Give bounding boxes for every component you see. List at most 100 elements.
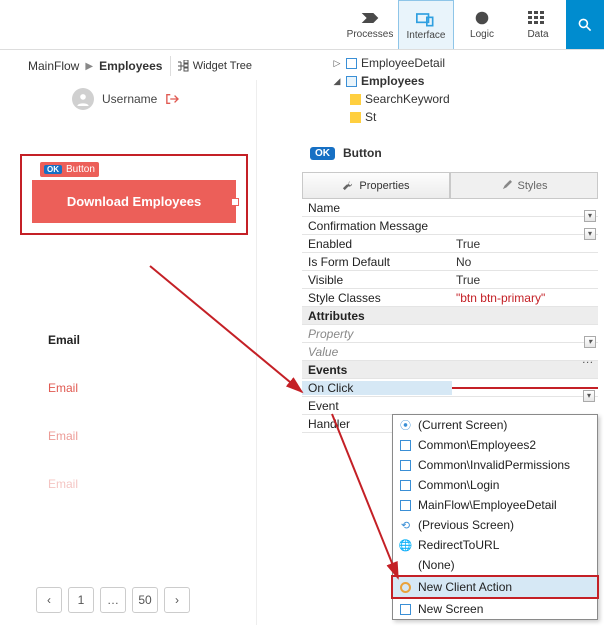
screen-icon	[400, 440, 411, 451]
variable-icon	[350, 94, 361, 105]
widget-tree-button[interactable]: Widget Tree	[170, 56, 258, 76]
menu-label: MainFlow\EmployeeDetail	[418, 498, 557, 512]
logic-icon	[472, 9, 492, 27]
pager-dots: …	[100, 587, 126, 613]
tab-interface[interactable]: Interface	[398, 0, 454, 49]
pager-next[interactable]: ›	[164, 587, 190, 613]
selected-element-header: OK Button	[302, 140, 598, 166]
menu-label: (None)	[418, 558, 455, 572]
logout-icon[interactable]	[165, 93, 179, 105]
tab-styles[interactable]: Styles	[450, 172, 598, 198]
menu-item-new-client-action[interactable]: New Client Action	[393, 577, 597, 597]
menu-label: Common\InvalidPermissions	[418, 458, 570, 472]
pager-page-50[interactable]: 50	[132, 587, 158, 613]
tree-node-employees[interactable]: ◢ Employees	[302, 72, 598, 90]
prop-value-placeholder[interactable]: Value…	[302, 343, 598, 361]
prop-event[interactable]: Event	[302, 397, 598, 415]
blank-icon	[399, 559, 412, 572]
variable-icon	[350, 112, 361, 123]
ok-badge: OK	[310, 147, 335, 160]
table-row: Email	[48, 469, 256, 499]
tab-logic[interactable]: Logic	[454, 0, 510, 49]
table-row: Email	[48, 373, 256, 403]
tab-processes[interactable]: Processes	[342, 0, 398, 49]
tab-search[interactable]	[566, 0, 604, 49]
action-icon	[400, 582, 411, 593]
menu-label: New Screen	[418, 602, 483, 616]
dropdown-icon[interactable]: ▾	[584, 336, 596, 348]
property-tabs: Properties Styles	[302, 172, 598, 198]
highlight-frame: New Client Action	[391, 575, 599, 599]
chevron-right-icon: ▶	[85, 61, 93, 72]
user-row: Username	[12, 80, 256, 118]
screen-icon	[400, 480, 411, 491]
back-icon: ⟲	[399, 519, 412, 532]
data-icon	[528, 9, 548, 27]
table-row: Email	[48, 421, 256, 451]
menu-label: (Previous Screen)	[418, 518, 514, 532]
menu-item-employees2[interactable]: Common\Employees2	[393, 435, 597, 455]
widget-tree: ▷EmployeeDetail ◢ Employees SearchKeyword…	[302, 54, 598, 126]
screen-icon	[400, 604, 411, 615]
prop-visible[interactable]: VisibleTrue	[302, 271, 598, 289]
menu-item-redirect[interactable]: 🌐RedirectToURL	[393, 535, 597, 555]
globe-icon: 🌐	[399, 539, 412, 552]
tree-node-partial[interactable]: St	[302, 108, 598, 126]
widget-badge-label: Button	[66, 164, 95, 175]
pager-prev[interactable]: ‹	[36, 587, 62, 613]
tree-label: Employees	[361, 74, 424, 88]
menu-item-login[interactable]: Common\Login	[393, 475, 597, 495]
prop-confirmation[interactable]: Confirmation Message▾	[302, 217, 598, 235]
screen-icon	[400, 460, 411, 471]
prop-style-classes[interactable]: Style Classes"btn btn-primary"	[302, 289, 598, 307]
menu-item-current-screen[interactable]: ⦿ (Current Screen)	[393, 415, 597, 435]
tab-label: Logic	[470, 29, 494, 40]
tree-icon	[177, 60, 189, 72]
tab-label: Styles	[518, 180, 548, 192]
download-employees-button[interactable]: Download Employees	[32, 180, 236, 223]
screen-icon	[346, 58, 357, 69]
menu-item-new-screen[interactable]: New Screen	[393, 599, 597, 619]
back-icon: ⦿	[399, 419, 412, 432]
menu-item-employeedetail[interactable]: MainFlow\EmployeeDetail	[393, 495, 597, 515]
menu-label: New Client Action	[418, 580, 512, 594]
tab-data[interactable]: Data	[510, 0, 566, 49]
tree-node-searchkeyword[interactable]: SearchKeyword	[302, 90, 598, 108]
menu-item-previous-screen[interactable]: ⟲ (Previous Screen)	[393, 515, 597, 535]
selected-element-title: Button	[343, 146, 382, 160]
menu-label: Common\Employees2	[418, 438, 536, 452]
prop-name[interactable]: Name▾	[302, 199, 598, 217]
tree-label: SearchKeyword	[365, 92, 450, 106]
menu-label: Common\Login	[418, 478, 499, 492]
menu-item-invalidpermissions[interactable]: Common\InvalidPermissions	[393, 455, 597, 475]
tab-label: Processes	[347, 29, 394, 40]
collapse-icon[interactable]: ◢	[332, 76, 342, 87]
processes-icon	[360, 9, 380, 27]
prop-on-click[interactable]: On Click▾	[302, 379, 598, 397]
menu-label: (Current Screen)	[418, 418, 507, 432]
dropdown-icon[interactable]: ▾	[584, 210, 596, 222]
tab-properties[interactable]: Properties	[302, 172, 450, 198]
prop-is-form-default[interactable]: Is Form DefaultNo	[302, 253, 598, 271]
username-label: Username	[102, 92, 157, 106]
dropdown-icon[interactable]: ▾	[583, 390, 595, 402]
breadcrumb[interactable]: MainFlow ▶ Employees	[0, 59, 162, 73]
screen-icon	[346, 76, 357, 87]
menu-item-none[interactable]: (None)	[393, 555, 597, 575]
wrench-icon	[342, 180, 353, 191]
tab-label: Interface	[407, 30, 446, 41]
expand-icon[interactable]: ▷	[332, 58, 342, 69]
avatar-icon	[72, 88, 94, 110]
ellipsis-icon[interactable]: …	[582, 352, 594, 366]
ok-badge-small: OK	[44, 165, 62, 174]
tree-node-employeedetail[interactable]: ▷EmployeeDetail	[302, 54, 598, 72]
screen-icon	[400, 500, 411, 511]
pager-page-1[interactable]: 1	[68, 587, 94, 613]
prop-property-placeholder[interactable]: Property▾	[302, 325, 598, 343]
widget-badge: OK Button	[40, 162, 99, 177]
design-canvas: Username OK Button Download Employees Em…	[12, 80, 257, 625]
crumb-current[interactable]: Employees	[99, 59, 162, 73]
prop-group-events: Events	[302, 361, 598, 379]
crumb-root[interactable]: MainFlow	[28, 59, 79, 73]
prop-enabled[interactable]: EnabledTrue	[302, 235, 598, 253]
